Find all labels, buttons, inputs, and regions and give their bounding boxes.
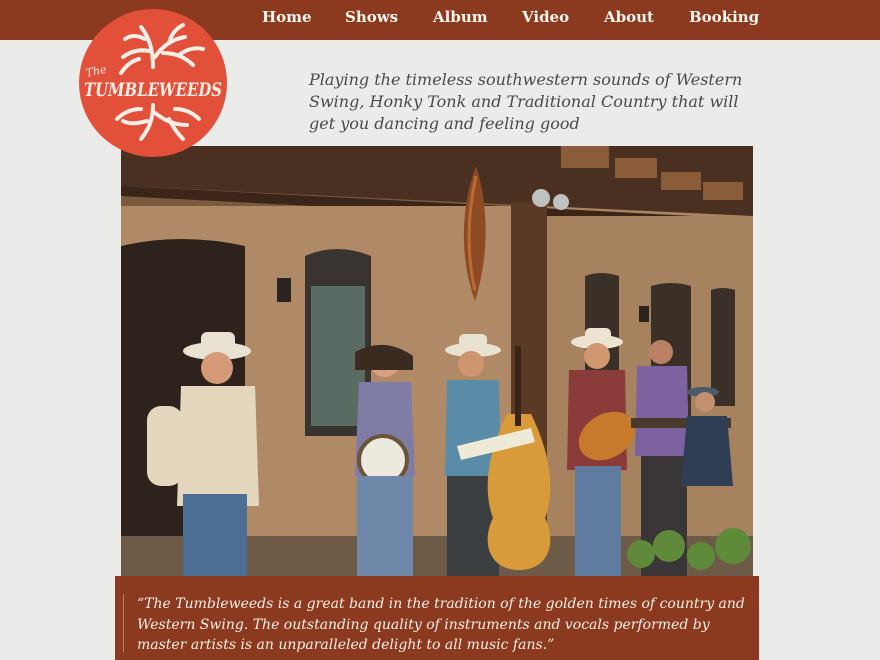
tumbleweed-branches-icon: The TUMBLEWEEDS — [84, 23, 222, 141]
nav-about-link[interactable]: About — [604, 8, 654, 26]
nav-home-link[interactable]: Home — [262, 8, 312, 26]
logo-band-name: TUMBLEWEEDS — [84, 80, 222, 101]
testimonial-quote-box: “The Tumbleweeds is a great band in the … — [115, 576, 759, 660]
band-photo-illustration — [121, 146, 753, 576]
nav-video-link[interactable]: Video — [522, 8, 569, 26]
band-photo — [121, 146, 753, 576]
band-logo[interactable]: The TUMBLEWEEDS — [79, 9, 227, 157]
testimonial-quote: “The Tumbleweeds is a great band in the … — [137, 596, 745, 653]
nav-album-link[interactable]: Album — [433, 8, 488, 26]
nav-booking-link[interactable]: Booking — [689, 8, 759, 26]
logo-the-text: The — [85, 63, 109, 80]
band-tagline: Playing the timeless southwestern sounds… — [309, 70, 743, 133]
quote-rule — [123, 594, 124, 652]
nav-shows-link[interactable]: Shows — [345, 8, 398, 26]
